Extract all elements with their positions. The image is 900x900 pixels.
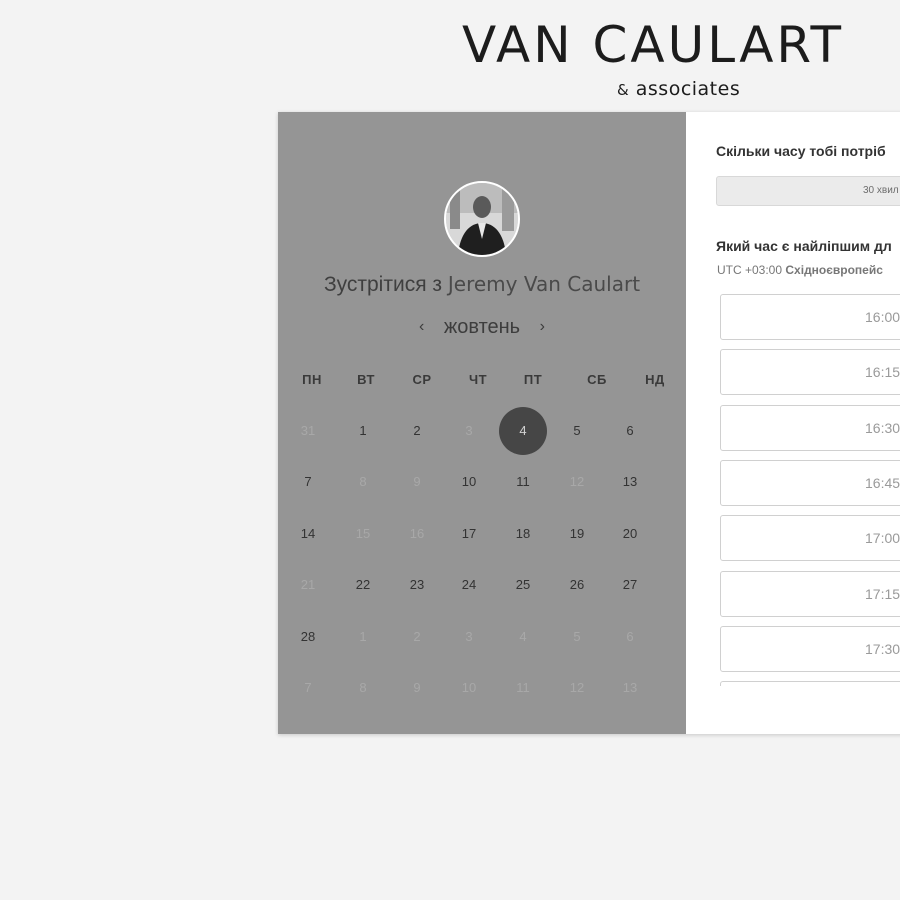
- calendar-day[interactable]: 25: [499, 561, 547, 609]
- calendar-day[interactable]: 10: [445, 458, 493, 506]
- weekday-label: ЧТ: [468, 372, 488, 387]
- calendar-day[interactable]: 23: [393, 561, 441, 609]
- time-slot-label: 16:30: [865, 419, 900, 436]
- time-slot[interactable]: 16:00: [720, 294, 900, 340]
- calendar-day[interactable]: 7: [284, 458, 332, 506]
- month-navigation: ‹ жовтень ›: [278, 316, 686, 339]
- calendar-day: 9: [413, 680, 421, 695]
- calendar-day[interactable]: 20: [606, 510, 654, 558]
- weekday-label: ПТ: [523, 372, 543, 387]
- calendar-day[interactable]: 14: [284, 510, 332, 558]
- timezone[interactable]: UTC +03:00 Східноєвропейс: [717, 263, 883, 277]
- page: VAN CAULART & associates Зустрітися з Je…: [0, 0, 900, 900]
- calendar-day: 9: [413, 474, 421, 489]
- calendar-day: 8: [359, 680, 367, 695]
- time-slot[interactable]: [720, 681, 900, 686]
- calendar-day-selected[interactable]: 4: [499, 407, 547, 455]
- calendar-day[interactable]: 26: [553, 561, 601, 609]
- timezone-name: Східноєвропейс: [785, 263, 883, 277]
- calendar-day: 21: [300, 577, 316, 592]
- time-slot[interactable]: 16:30: [720, 404, 900, 451]
- meeting-title: Зустрітися з Jeremy Van Caulart: [278, 272, 686, 297]
- time-slot-label: 16:15: [865, 364, 900, 381]
- calendar-day: 12: [569, 680, 585, 695]
- time-slot[interactable]: 16:15: [720, 349, 900, 396]
- time-label: Який час є найліпшим дл: [716, 238, 892, 254]
- time-panel: Скільки часу тобі потріб 30 хвил Який ча…: [686, 112, 900, 734]
- calendar-panel: Зустрітися з Jeremy Van Caulart ‹ жовтен…: [278, 112, 686, 734]
- chevron-left-icon[interactable]: ‹: [405, 318, 438, 336]
- calendar-day[interactable]: 28: [284, 613, 332, 661]
- calendar-day: 11: [516, 680, 530, 695]
- calendar-day[interactable]: 1: [339, 407, 387, 455]
- calendar-day: 12: [569, 474, 585, 489]
- time-slot-label: 17:30: [865, 640, 900, 657]
- calendar-day: 4: [519, 629, 527, 644]
- host-name: Jeremy Van Caulart: [447, 272, 641, 296]
- calendar-day: 7: [304, 680, 312, 695]
- weekday-label: СР: [412, 372, 432, 387]
- weekday-label: НД: [645, 372, 665, 387]
- calendar-day: 16: [409, 526, 425, 541]
- weekday-label: ПН: [302, 372, 322, 387]
- brand-subtitle: & associates: [617, 78, 740, 100]
- calendar-day: 15: [355, 526, 371, 541]
- calendar-day: 13: [622, 680, 638, 695]
- brand-associates: associates: [635, 78, 741, 100]
- time-slot-label: 17:15: [865, 585, 900, 602]
- time-slot-label: 16:45: [865, 474, 900, 491]
- calendar-day[interactable]: 18: [499, 510, 547, 558]
- calendar-day[interactable]: 22: [339, 561, 387, 609]
- time-slot[interactable]: 17:30: [720, 625, 900, 672]
- calendar-day[interactable]: 19: [553, 510, 601, 558]
- weekday-label: ВТ: [357, 372, 375, 387]
- calendar-day: 8: [359, 474, 367, 489]
- time-slot-label: 17:00: [865, 530, 900, 547]
- weekday-label: СБ: [587, 372, 607, 387]
- calendar-day: 2: [413, 629, 421, 644]
- calendar-day[interactable]: 24: [445, 561, 493, 609]
- time-slot[interactable]: 16:45: [720, 459, 900, 506]
- calendar-day: 3: [465, 629, 473, 644]
- duration-label: Скільки часу тобі потріб: [716, 143, 886, 159]
- timezone-offset: UTC +03:00: [717, 263, 783, 277]
- duration-select[interactable]: 30 хвил: [716, 176, 900, 206]
- calendar-day: 10: [461, 680, 477, 695]
- calendar-day[interactable]: 11: [499, 458, 547, 506]
- calendar-day[interactable]: 6: [606, 407, 654, 455]
- brand-name: VAN CAULART: [462, 16, 845, 74]
- calendar-day: 5: [573, 629, 581, 644]
- avatar: [444, 181, 520, 257]
- calendar-day[interactable]: 17: [445, 510, 493, 558]
- brand-ampersand: &: [617, 81, 630, 99]
- calendar-day[interactable]: 5: [553, 407, 601, 455]
- calendar-day: 31: [300, 423, 316, 438]
- calendar-day: 3: [465, 423, 473, 438]
- time-slot-label: 16:00: [865, 309, 900, 325]
- booking-widget: Зустрітися з Jeremy Van Caulart ‹ жовтен…: [278, 112, 900, 734]
- meeting-title-prefix: Зустрітися з: [323, 273, 443, 296]
- month-label: жовтень: [443, 316, 521, 338]
- time-slot[interactable]: 17:15: [720, 570, 900, 617]
- calendar-day[interactable]: 13: [606, 458, 654, 506]
- time-slot-list: 16:00 16:15 16:30 16:45 17:00 17:15 17:30: [720, 294, 900, 686]
- calendar-day[interactable]: 27: [606, 561, 654, 609]
- calendar-day: 1: [359, 629, 367, 644]
- calendar-day: 6: [626, 629, 634, 644]
- time-slot[interactable]: 17:00: [720, 515, 900, 562]
- calendar-day[interactable]: 2: [393, 407, 441, 455]
- duration-value: 30 хвил: [863, 185, 899, 196]
- chevron-right-icon[interactable]: ›: [526, 318, 559, 336]
